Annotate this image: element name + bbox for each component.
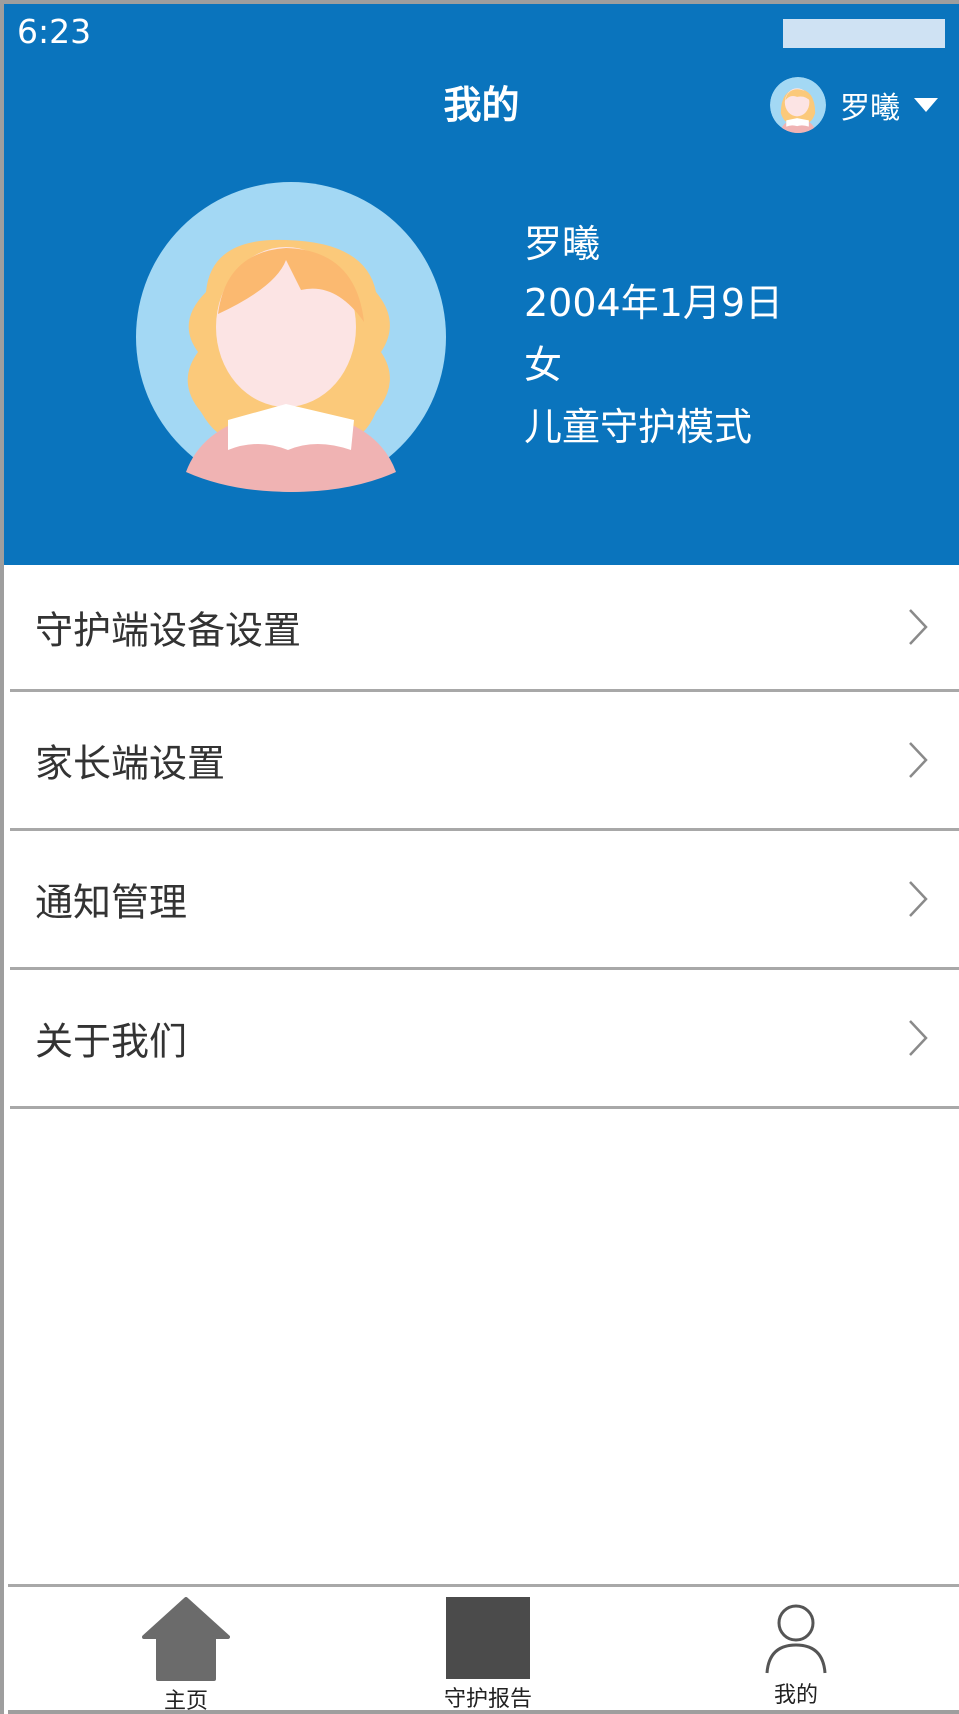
- menu-item-parent-settings[interactable]: 家长端设置: [10, 692, 959, 831]
- tab-label: 我的: [773, 1683, 818, 1708]
- chevron-right-icon: [909, 742, 928, 778]
- profile-name: 罗曦: [524, 222, 601, 266]
- caret-down-icon: [914, 98, 938, 112]
- profile-avatar: [136, 182, 446, 492]
- profile-gender: 女: [524, 343, 563, 387]
- user-avatar-small: [770, 77, 826, 133]
- chevron-right-icon: [909, 881, 928, 917]
- current-user-name: 罗曦: [840, 91, 900, 126]
- tab-label: 主页: [163, 1689, 208, 1714]
- user-switcher[interactable]: 罗曦: [770, 75, 938, 135]
- profile-info: 罗曦 2004年1月9日 女 儿童守护模式: [524, 214, 783, 458]
- menu-item-label: 守护端设备设置: [35, 608, 302, 653]
- menu-item-label: 通知管理: [35, 880, 188, 925]
- status-time: 6:23: [17, 12, 92, 51]
- chevron-right-icon: [909, 609, 928, 645]
- user-icon: [765, 1604, 827, 1674]
- profile-header: 6:23 我的 罗曦 罗曦 2004年1月9日 女 儿童守护模式: [4, 0, 959, 565]
- report-icon: [446, 1597, 530, 1679]
- menu-item-label: 关于我们: [35, 1019, 188, 1064]
- settings-menu: 守护端设备设置 家长端设置 通知管理 关于我们: [10, 565, 959, 1109]
- tab-label: 守护报告: [443, 1687, 532, 1712]
- menu-item-label: 家长端设置: [35, 741, 226, 786]
- profile-birthday: 2004年1月9日: [524, 281, 784, 325]
- tab-guardian-report[interactable]: 守护报告: [388, 1587, 588, 1713]
- tab-home[interactable]: 主页: [86, 1587, 286, 1714]
- app-screen: 6:23 我的 罗曦 罗曦 2004年1月9日 女 儿童守护模式 守护端设备设置…: [0, 0, 959, 1714]
- tab-mine[interactable]: 我的: [696, 1587, 896, 1713]
- menu-item-guardian-device-settings[interactable]: 守护端设备设置: [10, 565, 959, 692]
- profile-mode: 儿童守护模式: [524, 405, 753, 449]
- battery-indicator: [783, 19, 945, 48]
- menu-item-notification-management[interactable]: 通知管理: [10, 831, 959, 970]
- chevron-right-icon: [909, 1020, 928, 1056]
- menu-item-about-us[interactable]: 关于我们: [10, 970, 959, 1109]
- home-icon: [142, 1597, 230, 1681]
- bottom-tab-bar: 主页 守护报告 我的: [8, 1584, 959, 1714]
